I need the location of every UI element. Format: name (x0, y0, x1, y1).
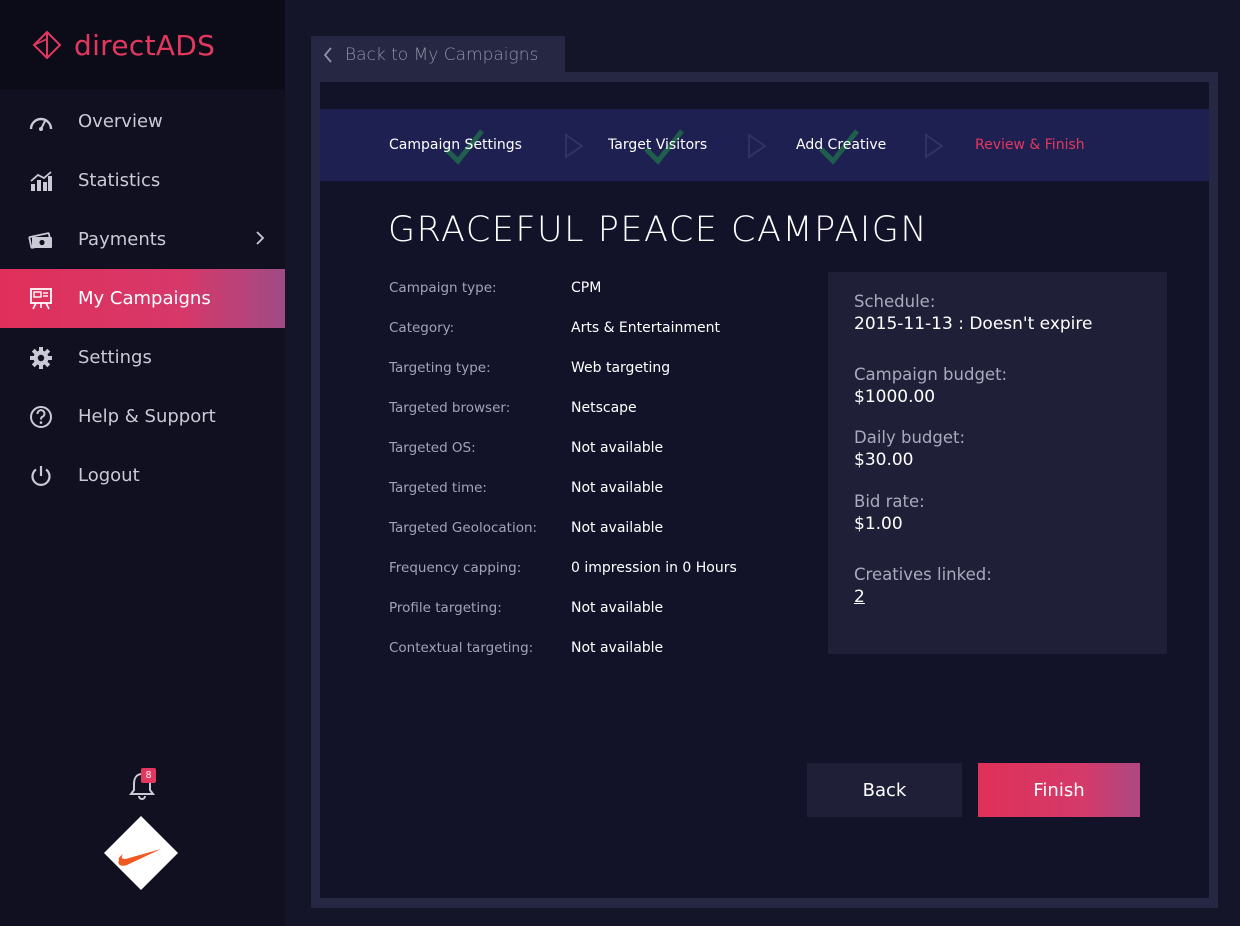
detail-label: Frequency capping: (389, 560, 522, 576)
sidebar-item-overview[interactable]: Overview (0, 92, 285, 151)
speedometer-icon (28, 109, 54, 135)
back-to-campaigns-link[interactable]: Back to My Campaigns (311, 36, 565, 74)
money-icon (28, 227, 54, 253)
finish-button[interactable]: Finish (978, 763, 1140, 817)
schedule-label: Schedule: (854, 292, 936, 311)
step-arrow-icon (565, 133, 584, 159)
detail-row: Profile targeting: Not available (389, 588, 737, 628)
detail-value: 0 impression in 0 Hours (571, 560, 737, 576)
detail-row: Targeted OS: Not available (389, 428, 737, 468)
detail-value: Not available (571, 480, 664, 496)
detail-label: Profile targeting: (389, 600, 502, 616)
sidebar-item-label: Help & Support (78, 406, 216, 427)
presentation-icon (28, 286, 54, 312)
detail-value: CPM (571, 280, 602, 296)
campaign-details: Campaign type: CPM Category: Arts & Entert… (389, 268, 737, 668)
step-target-visitors[interactable]: Target Visitors (608, 109, 707, 181)
budget-label: Campaign budget: (854, 365, 1008, 384)
sidebar-item-logout[interactable]: Logout (0, 446, 285, 505)
detail-row: Targeted Geolocation: Not available (389, 508, 737, 548)
help-icon (28, 404, 54, 430)
detail-label: Targeted time: (389, 480, 487, 496)
step-label: Target Visitors (608, 137, 708, 153)
summary-card: Schedule: 2015-11-13 : Doesn't expire Ca… (828, 272, 1167, 654)
bid-rate-value: $1.00 (854, 514, 903, 534)
detail-value: Web targeting (571, 360, 671, 376)
back-button[interactable]: Back (807, 763, 962, 817)
detail-label: Targeted Geolocation: (389, 520, 538, 536)
detail-row: Category: Arts & Entertainment (389, 308, 737, 348)
step-label: Add Creative (796, 137, 887, 153)
sidebar-item-label: My Campaigns (78, 288, 211, 309)
budget-value: $1000.00 (854, 387, 936, 407)
step-campaign-settings[interactable]: Campaign Settings (389, 109, 522, 181)
sidebar-item-label: Statistics (78, 170, 161, 191)
creatives-link[interactable]: 2 (854, 587, 992, 607)
sidebar-item-payments[interactable]: Payments (0, 210, 285, 269)
step-arrow-icon (748, 133, 767, 159)
schedule-block: Schedule: 2015-11-13 : Doesn't expire (854, 292, 1092, 334)
budget-block: Campaign budget: $1000.00 (854, 365, 1007, 407)
detail-row: Frequency capping: 0 impression in 0 Hour… (389, 548, 737, 588)
sidebar-item-label: Overview (78, 111, 163, 132)
sidebar: directADS Overview Statistics Payments M… (0, 0, 285, 926)
sidebar-nav: Overview Statistics Payments My Campaign… (0, 92, 285, 505)
detail-row: Targeted browser: Netscape (389, 388, 737, 428)
detail-label: Campaign type: (389, 280, 497, 296)
sidebar-item-label: Settings (78, 347, 152, 368)
detail-label: Targeting type: (389, 360, 491, 376)
detail-label: Targeted OS: (389, 440, 476, 456)
daily-budget-value: $30.00 (854, 450, 914, 470)
step-add-creative[interactable]: Add Creative (796, 109, 886, 181)
creatives-block: Creatives linked: 2 (854, 565, 992, 607)
sidebar-item-help-support[interactable]: Help & Support (0, 387, 285, 446)
detail-row: Targeted time: Not available (389, 468, 737, 508)
wizard-steps: Campaign Settings Target Visitors Add Cr… (320, 109, 1209, 181)
detail-row: Targeting type: Web targeting (389, 348, 737, 388)
back-link-label: Back to My Campaigns (345, 45, 539, 65)
daily-budget-block: Daily budget: $30.00 (854, 428, 965, 470)
gear-icon (28, 345, 54, 371)
brand-name: directADS (74, 28, 216, 62)
detail-value: Arts & Entertainment (571, 320, 720, 336)
schedule-value: 2015-11-13 : Doesn't expire (854, 314, 1093, 334)
detail-label: Contextual targeting: (389, 640, 534, 656)
step-arrow-icon (925, 133, 944, 159)
detail-label: Category: (389, 320, 455, 336)
notification-badge: 8 (141, 768, 156, 783)
daily-budget-label: Daily budget: (854, 428, 966, 447)
chart-icon (28, 168, 54, 194)
logo-bar: directADS (0, 0, 285, 90)
bid-rate-block: Bid rate: $1.00 (854, 492, 925, 534)
detail-value: Not available (571, 600, 664, 616)
avatar[interactable] (103, 815, 179, 891)
page-title: GRACEFUL PEACE CAMPAIGN (388, 210, 929, 250)
chevron-left-icon (323, 47, 332, 63)
detail-value: Netscape (571, 400, 637, 416)
chevron-right-icon (256, 231, 265, 245)
detail-value: Not available (571, 440, 664, 456)
creatives-label: Creatives linked: (854, 565, 992, 584)
power-icon (28, 463, 54, 489)
step-label: Review & Finish (975, 137, 1085, 153)
step-label: Campaign Settings (389, 137, 522, 153)
sidebar-item-my-campaigns[interactable]: My Campaigns (0, 269, 285, 328)
sidebar-item-label: Logout (78, 465, 140, 486)
sidebar-item-statistics[interactable]: Statistics (0, 151, 285, 210)
detail-value: Not available (571, 520, 664, 536)
diamond-logo-icon (32, 30, 62, 60)
bid-rate-label: Bid rate: (854, 492, 925, 511)
detail-label: Targeted browser: (389, 400, 511, 416)
detail-row: Campaign type: CPM (389, 268, 737, 308)
sidebar-item-settings[interactable]: Settings (0, 328, 285, 387)
detail-value: Not available (571, 640, 664, 656)
detail-row: Contextual targeting: Not available (389, 628, 737, 668)
step-review-finish[interactable]: Review & Finish (975, 109, 1085, 181)
sidebar-item-label: Payments (78, 229, 167, 250)
